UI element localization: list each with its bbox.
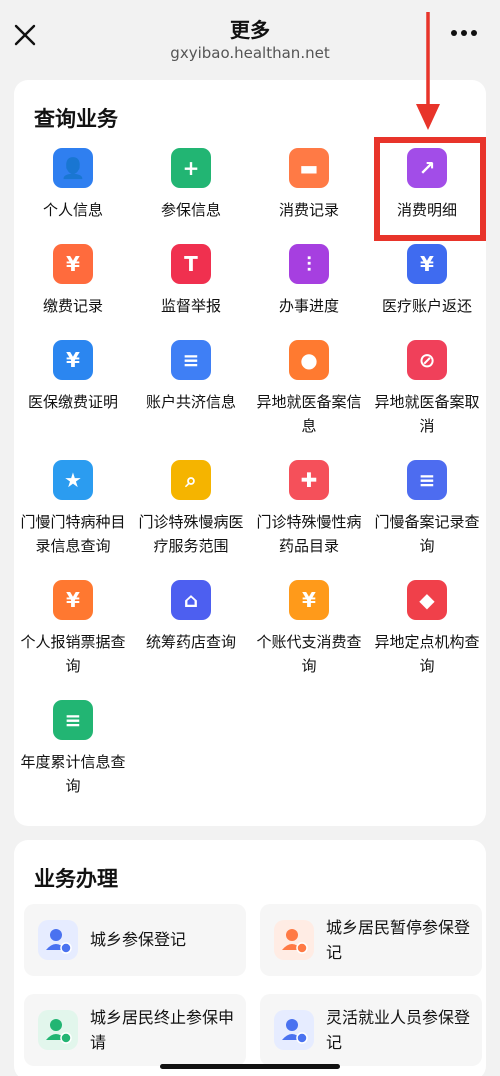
query-item[interactable]: ≡ 年度累计信息查询 <box>14 700 132 798</box>
query-item-label: 消费记录 <box>278 201 339 219</box>
highlight-box <box>374 137 486 241</box>
query-item-label: 年度累计信息查询 <box>20 753 126 795</box>
query-item-label: 异地就医备案取消 <box>374 393 480 435</box>
person-info-icon <box>274 1010 314 1050</box>
person-minus-icon <box>38 1010 78 1050</box>
query-item[interactable]: 👤 个人信息 <box>14 148 132 222</box>
query-item[interactable]: ● 异地就医备案信息 <box>250 340 368 438</box>
location-cancel-icon: ⊘ <box>407 340 447 380</box>
business-item-label: 城乡参保登记 <box>90 930 187 949</box>
query-item-label: 门慢备案记录查询 <box>374 513 480 555</box>
query-item-label: 医保缴费证明 <box>27 393 118 411</box>
arrow-down-icon <box>416 12 440 130</box>
book-search-icon: ⌕ <box>171 460 211 500</box>
query-item[interactable]: ¥ 缴费记录 <box>14 244 132 318</box>
report-tag-icon: T <box>171 244 211 284</box>
query-item-label: 异地就医备案信息 <box>256 393 362 435</box>
list-doc-icon: ≡ <box>53 700 93 740</box>
query-item[interactable]: ¥ 个账代支消费查询 <box>250 580 368 678</box>
business-item[interactable]: 城乡居民终止参保申请 <box>24 994 246 1066</box>
query-item-label: 门慢门特病种目录信息查询 <box>20 513 126 555</box>
query-item-label: 门诊特殊慢病医疗服务范围 <box>138 513 244 555</box>
query-item[interactable]: ★ 门慢门特病种目录信息查询 <box>14 460 132 558</box>
query-item-label: 门诊特殊慢性病药品目录 <box>256 513 362 555</box>
query-item[interactable]: T 监督举报 <box>132 244 250 318</box>
home-indicator <box>160 1064 340 1069</box>
query-item[interactable]: ⊘ 异地就医备案取消 <box>368 340 486 438</box>
query-item-label: 个人报销票据查询 <box>20 633 126 675</box>
query-item[interactable]: ✚ 门诊特殊慢性病药品目录 <box>250 460 368 558</box>
clipboard-list-icon: ≡ <box>407 460 447 500</box>
query-item-label: 异地定点机构查询 <box>374 633 480 675</box>
query-item[interactable]: ▬ 消费记录 <box>250 148 368 222</box>
query-section-title: 查询业务 <box>34 107 118 131</box>
business-item-label: 城乡居民暂停参保登记 <box>326 918 471 962</box>
query-item-label: 医疗账户返还 <box>381 297 472 315</box>
business-item-label: 灵活就业人员参保登记 <box>326 1008 471 1052</box>
query-item[interactable]: + 参保信息 <box>132 148 250 222</box>
query-item-label: 个账代支消费查询 <box>256 633 362 675</box>
medical-cross-icon: ✚ <box>289 460 329 500</box>
query-item-label: 缴费记录 <box>42 297 103 315</box>
more-options-icon[interactable] <box>450 26 478 40</box>
business-item[interactable]: 城乡参保登记 <box>24 904 246 976</box>
business-section-title: 业务办理 <box>34 867 118 891</box>
query-item[interactable]: ≡ 账户共济信息 <box>132 340 250 414</box>
shield-yen-icon: ¥ <box>53 340 93 380</box>
query-item[interactable]: ◆ 异地定点机构查询 <box>368 580 486 678</box>
house-yen-icon: ¥ <box>407 244 447 284</box>
person-card-icon: 👤 <box>53 148 93 188</box>
query-item[interactable]: ≡ 门慢备案记录查询 <box>368 460 486 558</box>
query-item-label: 参保信息 <box>160 201 221 219</box>
star-card-icon: ★ <box>53 460 93 500</box>
document-icon: ≡ <box>171 340 211 380</box>
query-item-label: 账户共济信息 <box>145 393 236 411</box>
coin-yen-icon: ¥ <box>289 580 329 620</box>
query-item[interactable]: ⌕ 门诊特殊慢病医疗服务范围 <box>132 460 250 558</box>
receipt-yen-icon: ¥ <box>53 580 93 620</box>
query-item[interactable]: ¥ 个人报销票据查询 <box>14 580 132 678</box>
person-pause-icon <box>274 920 314 960</box>
map-pin-icon: ◆ <box>407 580 447 620</box>
person-check-icon <box>38 920 78 960</box>
store-icon: ⌂ <box>171 580 211 620</box>
query-item[interactable]: ¥ 医保缴费证明 <box>14 340 132 414</box>
query-item[interactable]: ¥ 医疗账户返还 <box>368 244 486 318</box>
wallet-icon: ▬ <box>289 148 329 188</box>
query-item[interactable]: ⌂ 统筹药店查询 <box>132 580 250 654</box>
location-pin-icon: ● <box>289 340 329 380</box>
query-item[interactable]: ⫶ 办事进度 <box>250 244 368 318</box>
query-item-label: 办事进度 <box>278 297 339 315</box>
query-item-label: 个人信息 <box>42 201 103 219</box>
business-item-label: 城乡居民终止参保申请 <box>90 1008 235 1052</box>
business-section: 业务办理 城乡参保登记 城乡居民暂停参保登记城乡居民终止参保申请 灵活就业人员参保登… <box>14 840 486 1076</box>
money-bag-icon: ¥ <box>53 244 93 284</box>
clipboard-plus-icon: + <box>171 148 211 188</box>
business-item[interactable]: 城乡居民暂停参保登记 <box>260 904 482 976</box>
query-item-label: 统筹药店查询 <box>145 633 236 651</box>
query-item-label: 监督举报 <box>160 297 221 315</box>
progress-sliders-icon: ⫶ <box>289 244 329 284</box>
business-item[interactable]: 灵活就业人员参保登记 <box>260 994 482 1066</box>
